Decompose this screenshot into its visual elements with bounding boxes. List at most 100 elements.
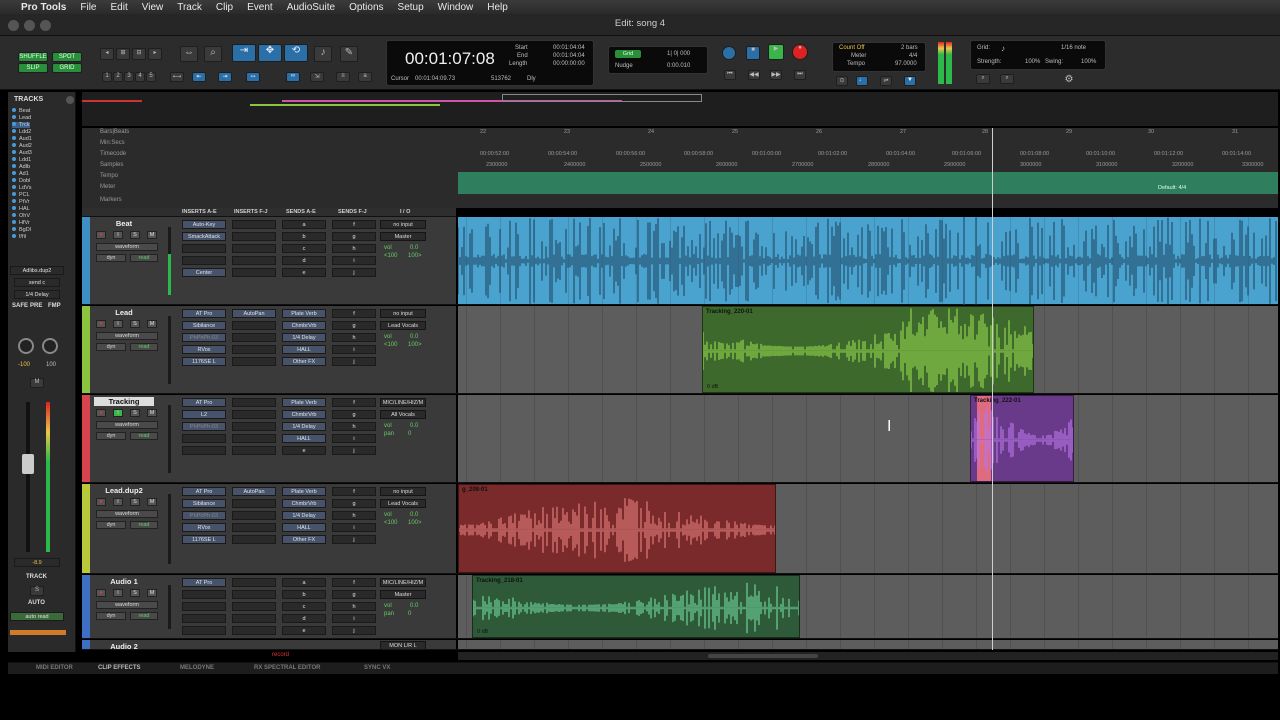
- meter-value[interactable]: 4/4: [909, 53, 917, 59]
- menu-window[interactable]: Window: [431, 2, 481, 13]
- input-monitor-button[interactable]: I: [113, 409, 123, 417]
- menu-clip[interactable]: Clip: [209, 2, 240, 13]
- insert-slot[interactable]: Auto-Key: [182, 220, 226, 229]
- link-icon[interactable]: ∞: [286, 72, 300, 82]
- insert-slot[interactable]: [182, 602, 226, 611]
- track-color-bar[interactable]: [82, 640, 90, 649]
- send-slot-fj[interactable]: g: [332, 232, 376, 241]
- pan-knob-left[interactable]: [18, 338, 34, 354]
- clip-name[interactable]: g_208-01: [462, 487, 488, 493]
- track-color-bar[interactable]: [82, 484, 90, 573]
- insert-slot[interactable]: 1176SE L: [182, 357, 226, 366]
- track-list-item[interactable]: BgDl: [12, 227, 31, 233]
- send-slot-fj[interactable]: h: [332, 244, 376, 253]
- zoom-midi-icon[interactable]: ⊟: [132, 48, 146, 60]
- send-slot[interactable]: c: [282, 602, 326, 611]
- ruler-label-minsecs[interactable]: Min:Secs: [100, 140, 125, 146]
- input-selector[interactable]: no input: [380, 220, 426, 229]
- nudge-value[interactable]: 0:00.010: [667, 63, 690, 69]
- ruler-label-bars[interactable]: Bars|Beats: [100, 129, 129, 135]
- midi-merge-icon[interactable]: ⊙: [836, 76, 848, 86]
- send-slot-fj[interactable]: j: [332, 626, 376, 635]
- fader-value[interactable]: -8.9: [14, 558, 60, 567]
- track-name[interactable]: Lead.dup2: [94, 486, 154, 495]
- pan-left-value[interactable]: pan: [384, 431, 394, 437]
- insert-slot-fj[interactable]: [232, 626, 276, 635]
- safe-button[interactable]: SAFE: [12, 303, 28, 309]
- insert-slot[interactable]: Center: [182, 268, 226, 277]
- automation-dyn-selector[interactable]: dyn: [96, 254, 126, 262]
- selector-tool-icon[interactable]: ✥: [258, 44, 282, 62]
- input-monitor-button[interactable]: I: [113, 589, 123, 597]
- ruler-label-meter[interactable]: Meter: [100, 184, 115, 190]
- pan-right-value[interactable]: 0: [408, 611, 411, 617]
- menu-setup[interactable]: Setup: [391, 2, 431, 13]
- clip-gain[interactable]: 0 dB: [707, 384, 718, 390]
- track-list-item[interactable]: Lead: [12, 115, 31, 121]
- insert-slot[interactable]: [182, 446, 226, 455]
- audio-clip[interactable]: Tracking_218-01 0 dB: [472, 575, 800, 638]
- send-slot-fj[interactable]: f: [332, 309, 376, 318]
- trim-tool-icon[interactable]: ⇥: [232, 44, 256, 62]
- gear-icon[interactable]: ⚙: [1062, 74, 1076, 85]
- volume-fader[interactable]: [22, 454, 34, 474]
- track-list-item[interactable]: Aud1: [12, 136, 32, 142]
- pan-knob-right[interactable]: [42, 338, 58, 354]
- track-color-bar[interactable]: [82, 395, 90, 482]
- insert-slot[interactable]: PhPhPh-03: [182, 422, 226, 431]
- insert-slot-fj[interactable]: AutoPan: [232, 487, 276, 496]
- volume-value[interactable]: 0.0: [410, 512, 418, 518]
- input-selector[interactable]: MIC/LINE/HIZ/M: [380, 398, 426, 407]
- ruler-label-samples[interactable]: Samples: [100, 162, 123, 168]
- track-color-bar[interactable]: [82, 306, 90, 393]
- insert-slot[interactable]: [182, 244, 226, 253]
- zoomer-tool-icon[interactable]: ⇔: [180, 46, 198, 62]
- insert-slot-fj[interactable]: [232, 357, 276, 366]
- send-slot[interactable]: Plate Verb: [282, 309, 326, 318]
- track-name[interactable]: Audio 1: [94, 577, 154, 586]
- automation-read-selector[interactable]: read: [130, 254, 158, 262]
- send-slot[interactable]: a: [282, 220, 326, 229]
- send-slot[interactable]: a: [282, 578, 326, 587]
- mixstrip-send[interactable]: send c: [14, 278, 60, 287]
- send-slot[interactable]: e: [282, 268, 326, 277]
- zoom-in-icon[interactable]: ▸: [148, 48, 162, 60]
- edit-tool-b-icon[interactable]: ⇤: [192, 72, 206, 82]
- insert-slot[interactable]: PhPhPh-03: [182, 511, 226, 520]
- record-enable-button[interactable]: ●: [96, 320, 106, 328]
- track-playlist-area[interactable]: Tracking_220-01 0 dB: [458, 306, 1278, 393]
- send-slot[interactable]: HALL: [282, 434, 326, 443]
- insert-slot-fj[interactable]: [232, 434, 276, 443]
- track-list-item[interactable]: PtVr: [12, 199, 30, 205]
- track-list-item[interactable]: Ldd1: [12, 157, 31, 163]
- track-list-item[interactable]: Aud3: [12, 150, 32, 156]
- insert-slot-fj[interactable]: [232, 614, 276, 623]
- track-view-selector[interactable]: waveform: [96, 243, 158, 251]
- send-slot-fj[interactable]: i: [332, 256, 376, 265]
- input-monitor-button[interactable]: I: [113, 498, 123, 506]
- mute-button[interactable]: M: [147, 498, 157, 506]
- wait-for-note-icon[interactable]: ⇌: [880, 76, 892, 86]
- tab-clip-effects[interactable]: CLIP EFFECTS: [98, 665, 141, 671]
- tempo-meter-lane[interactable]: [458, 172, 1278, 194]
- input-selector[interactable]: no input: [380, 309, 426, 318]
- automation-dyn-selector[interactable]: dyn: [96, 432, 126, 440]
- send-slot[interactable]: 1/4 Delay: [282, 422, 326, 431]
- send-slot-fj[interactable]: j: [332, 446, 376, 455]
- insert-slot-fj[interactable]: [232, 590, 276, 599]
- insert-slot-fj[interactable]: [232, 256, 276, 265]
- insert-slot[interactable]: RVox: [182, 523, 226, 532]
- track-list-item[interactable]: Ad1: [12, 171, 29, 177]
- track-view-selector[interactable]: waveform: [96, 421, 158, 429]
- track-list-menu-icon[interactable]: [66, 96, 74, 104]
- send-slot[interactable]: b: [282, 590, 326, 599]
- insert-slot[interactable]: AT Pro: [182, 487, 226, 496]
- menu-audiosuite[interactable]: AudioSuite: [280, 2, 342, 13]
- send-slot[interactable]: b: [282, 232, 326, 241]
- insert-slot-fj[interactable]: [232, 578, 276, 587]
- track-name[interactable]: Tracking: [94, 397, 154, 406]
- spot-mode-button[interactable]: SPOT: [52, 52, 82, 62]
- pan-left-value[interactable]: <100: [384, 253, 398, 259]
- record-enable-button[interactable]: ●: [96, 231, 106, 239]
- track-name[interactable]: Lead: [94, 308, 154, 317]
